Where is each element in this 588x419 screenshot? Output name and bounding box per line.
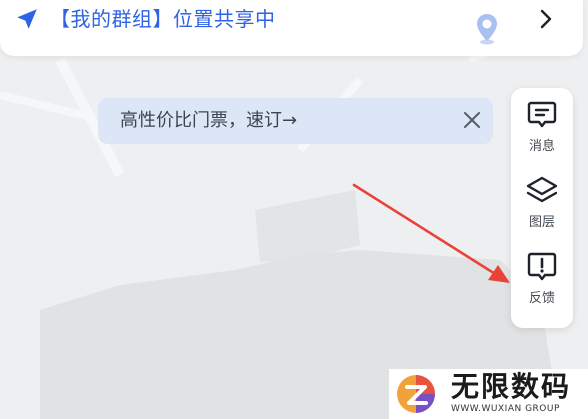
close-icon[interactable]: [462, 110, 482, 130]
location-pin-icon: [477, 14, 497, 45]
toolbar-layers-button[interactable]: 图层: [511, 174, 573, 244]
watermark-title: 无限数码: [451, 370, 572, 403]
map-side-toolbar: 消息 图层 反馈: [511, 88, 573, 328]
promo-text: 高性价比门票，速订→: [120, 110, 298, 131]
watermark-logo: [397, 375, 435, 413]
banner-text: 【我的群组】位置共享中: [50, 7, 276, 31]
layers-icon: [526, 176, 558, 203]
toolbar-feedback-label: 反馈: [528, 291, 555, 306]
annotation-arrow: [352, 183, 510, 283]
toolbar-feedback-button[interactable]: 反馈: [511, 250, 573, 320]
watermark: 无限数码 WWW.WUXIAN GROUP: [389, 369, 588, 419]
navigation-arrow-icon: [17, 9, 37, 29]
message-icon: [527, 101, 557, 128]
ticket-promo-chip[interactable]: 高性价比门票，速订→: [98, 98, 493, 144]
toolbar-messages-button[interactable]: 消息: [511, 98, 573, 168]
chevron-right-icon[interactable]: [537, 8, 555, 30]
watermark-subtitle: WWW.WUXIAN GROUP: [451, 404, 560, 414]
toolbar-messages-label: 消息: [528, 139, 555, 154]
location-sharing-banner[interactable]: 【我的群组】位置共享中: [0, 0, 583, 56]
toolbar-layers-label: 图层: [528, 215, 555, 230]
feedback-icon: [527, 252, 557, 281]
